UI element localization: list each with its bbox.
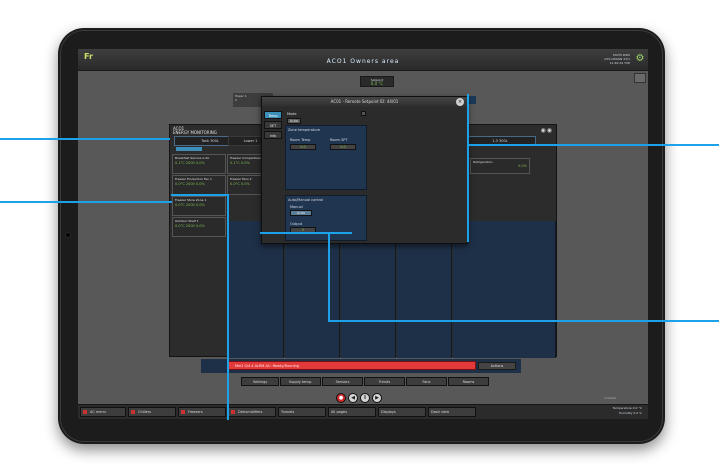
- panel-title: ACO1 ENERGY MONITORING: [173, 127, 217, 135]
- callout-line: [467, 144, 719, 146]
- callout-line: [260, 232, 352, 234]
- setpoint-value: 0.0 °C: [370, 81, 384, 86]
- outside-humidity: Humidity 0.0 %: [618, 411, 642, 415]
- top-bar: Fr ACO1 Owners area STATS DIRS GTS-CRNGN…: [78, 49, 648, 71]
- unit-card-values: 0.0°C 2000 0.0%: [175, 203, 205, 207]
- nav-displays[interactable]: Displays: [378, 407, 426, 417]
- settings-icon[interactable]: ⚙: [634, 53, 646, 65]
- page-title: ACO1 Owners area: [326, 58, 400, 65]
- mode-row: Mode Auto: [285, 111, 367, 124]
- nav-label: AC menu: [90, 410, 106, 414]
- nav-label: Chillers: [138, 410, 151, 414]
- callout-line: [227, 194, 229, 420]
- unit-card[interactable]: Breakfast Service 2.2A 0.1°C 2000 0.0%: [172, 154, 226, 174]
- nav-dash-view[interactable]: Dash view: [428, 407, 476, 417]
- pause-icon[interactable]: Ⅱ: [360, 393, 370, 403]
- nav-supply-temp-button[interactable]: Supply temp.: [280, 377, 321, 386]
- dialog-title: AC01 - Remote Setpoint ID: 44/01: [262, 97, 467, 107]
- manual-control-section: Auto/Manual control Manual Auto Output 0: [285, 195, 367, 241]
- output-label: Output: [290, 222, 303, 226]
- callout-line: [328, 320, 719, 322]
- unit-card-values: 0.0°C 2000 0.0%: [175, 224, 205, 228]
- nav-trends-button[interactable]: Trends: [364, 377, 405, 386]
- unit-card[interactable]: Outdoor Shelf 1 0.0°C 2000 0.0%: [172, 217, 226, 237]
- unit-card-title: Freezer Production Fan 1: [175, 177, 212, 181]
- nav-chillers[interactable]: Chillers: [128, 407, 176, 417]
- nav-freezers[interactable]: Freezers: [178, 407, 226, 417]
- zone-title: Zone temperature: [288, 128, 321, 132]
- outside-title: Outside: [604, 396, 616, 400]
- manual-label: Manual: [290, 205, 303, 209]
- nav-label: Freezers: [188, 410, 203, 414]
- right-card-value: 0.0%: [518, 164, 527, 168]
- corner-menu-button[interactable]: [634, 73, 646, 83]
- actions-button[interactable]: Actions: [478, 362, 516, 370]
- front-camera: [65, 232, 71, 238]
- panel-title-line: ENERGY MONITORING: [173, 130, 217, 135]
- status-readout: STATS DIRS GTS-CRNGN 23/1 11:40:29 TUE: [604, 53, 630, 65]
- room-spt-label: Room SPT: [330, 138, 348, 142]
- nav-settings-button[interactable]: Settings: [241, 377, 279, 386]
- tab-set[interactable]: SET: [264, 121, 282, 129]
- zone-temperature-section: Zone temperature Room Temp Room SPT 0.0 …: [285, 125, 367, 190]
- panel-window-controls[interactable]: ◉◉: [541, 127, 553, 134]
- room-temp-value: 0.0: [290, 144, 316, 150]
- room-temp-label: Room Temp: [290, 138, 311, 142]
- selected-column-marker: [176, 147, 202, 151]
- back-icon[interactable]: ◀: [348, 393, 358, 403]
- setpoint-box[interactable]: Setpoint 0.0 °C: [360, 76, 394, 87]
- nav-sensors-button[interactable]: Sensors: [322, 377, 363, 386]
- red-indicator-icon: [231, 410, 235, 414]
- callout-line: [467, 94, 469, 242]
- red-indicator-icon: [83, 410, 87, 414]
- manual-toggle[interactable]: Auto: [290, 210, 312, 216]
- app-screen: Fr ACO1 Owners area STATS DIRS GTS-CRNGN…: [78, 49, 648, 419]
- nav-ac-menu[interactable]: AC menu: [80, 407, 126, 417]
- nav-tunnels[interactable]: Tunnels: [278, 407, 326, 417]
- mode-select[interactable]: Auto: [287, 118, 301, 124]
- tab-info[interactable]: Info: [264, 131, 282, 139]
- nav-rooms-button[interactable]: Rooms: [448, 377, 489, 386]
- setpoint-dialog: AC01 - Remote Setpoint ID: 44/01 × Temp …: [261, 96, 468, 244]
- unit-card-title: Freezer Store Zone 1: [175, 198, 207, 202]
- unit-card-values: 0.0°C 2000 0.0%: [175, 182, 205, 186]
- unit-card-title: Outdoor Shelf 1: [175, 219, 199, 223]
- room-spt-input[interactable]: 0.0: [330, 144, 356, 150]
- unit-card-values: 0.1°C 2000 0.0%: [175, 161, 205, 165]
- callout-line: [0, 138, 170, 140]
- unit-card[interactable]: Freezer Production Fan 1 0.0°C 2000 0.0%: [172, 175, 226, 195]
- tab-temp[interactable]: Temp: [264, 111, 282, 119]
- stop-icon[interactable]: ●: [336, 393, 346, 403]
- alarm-banner[interactable]: Min2 0/4 4 ALRM AC: Ready/Running: [228, 361, 476, 370]
- callout-line: [171, 194, 229, 196]
- manual-control-title: Auto/Manual control: [288, 198, 324, 202]
- red-indicator-icon: [131, 410, 135, 414]
- outside-temperature: Temperature 0.0 °C: [612, 406, 642, 410]
- nav-label: Dehumidifiers: [238, 410, 263, 414]
- callout-line: [0, 201, 172, 203]
- dropdown-icon[interactable]: [361, 111, 366, 116]
- callout-line: [328, 232, 330, 322]
- red-indicator-icon: [181, 410, 185, 414]
- right-card[interactable]: Refrigeration 0.0%: [470, 158, 530, 174]
- nav-fans-button[interactable]: Fans: [406, 377, 447, 386]
- nav-dehumidifiers[interactable]: Dehumidifiers: [228, 407, 276, 417]
- mode-label: Mode: [287, 112, 297, 116]
- forward-icon[interactable]: ▶: [372, 393, 382, 403]
- nav-all-pages[interactable]: All pages: [328, 407, 376, 417]
- close-icon[interactable]: ×: [456, 98, 464, 106]
- status-line: 11:40:29 TUE: [609, 61, 630, 65]
- unit-card-title: Breakfast Service 2.2A: [175, 156, 210, 160]
- unit-card[interactable]: Freezer Store Zone 1 0.0°C 2000 0.0%: [172, 196, 226, 216]
